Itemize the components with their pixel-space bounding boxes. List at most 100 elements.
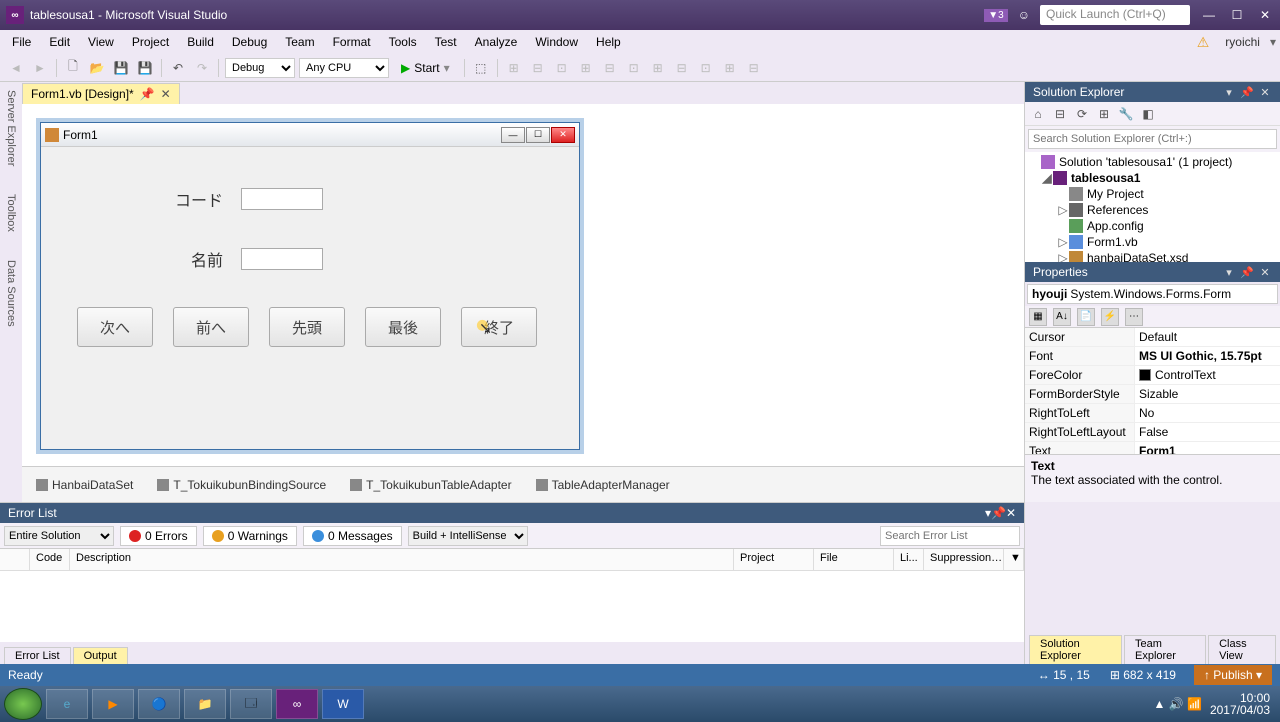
tree-appconfig[interactable]: App.config (1025, 218, 1280, 234)
button-next[interactable]: 次へ (77, 307, 153, 347)
label-name[interactable]: 名前 (71, 247, 241, 271)
property-row[interactable]: RightToLeftLayoutFalse (1025, 423, 1280, 442)
error-close-icon[interactable]: ✕ (1006, 506, 1016, 520)
new-project-button[interactable]: 🗋 (63, 58, 83, 78)
close-icon[interactable]: ✕ (161, 87, 171, 101)
error-search-input[interactable] (880, 526, 1020, 546)
tree-references[interactable]: ▷References (1025, 202, 1280, 218)
menu-file[interactable]: File (4, 32, 39, 52)
taskbar-app1[interactable]: 🗔 (230, 689, 272, 719)
preview-icon[interactable]: ◧ (1139, 105, 1157, 123)
panel-dropdown-icon[interactable]: ▾ (1222, 85, 1236, 99)
button-first[interactable]: 先頭 (269, 307, 345, 347)
textbox-name[interactable] (241, 248, 323, 270)
save-all-button[interactable]: 💾 (135, 58, 155, 78)
menu-debug[interactable]: Debug (224, 32, 275, 52)
component-bindingsource[interactable]: T_TokuikubunBindingSource (157, 478, 326, 492)
property-row[interactable]: CursorDefault (1025, 328, 1280, 347)
redo-button[interactable]: ↷ (192, 58, 212, 78)
data-sources-tab[interactable]: Data Sources (3, 256, 19, 331)
taskbar-media[interactable]: ▶ (92, 689, 134, 719)
tree-form1[interactable]: ▷Form1.vb (1025, 234, 1280, 250)
component-dataset[interactable]: HanbaiDataSet (36, 478, 133, 492)
menu-format[interactable]: Format (325, 32, 379, 52)
form-designer-window[interactable]: Form1 — ☐ ✕ コード 名前 (40, 122, 580, 450)
col-code[interactable]: Code (30, 549, 70, 570)
props-dropdown-icon[interactable]: ▾ (1222, 265, 1236, 279)
solution-search-input[interactable] (1028, 129, 1277, 149)
property-row[interactable]: FormBorderStyleSizable (1025, 385, 1280, 404)
collapse-icon[interactable]: ⊟ (1051, 105, 1069, 123)
tab-class-view[interactable]: Class View (1208, 635, 1276, 664)
platform-select[interactable]: Any CPU (299, 58, 389, 78)
save-button[interactable]: 💾 (111, 58, 131, 78)
tab-output[interactable]: Output (73, 647, 128, 664)
menu-test[interactable]: Test (427, 32, 465, 52)
col-file[interactable]: File (814, 549, 894, 570)
alphabetical-icon[interactable]: A↓ (1053, 308, 1071, 326)
align-button[interactable]: ⬚ (471, 58, 491, 78)
tab-error-list[interactable]: Error List (4, 647, 71, 664)
undo-button[interactable]: ↶ (168, 58, 188, 78)
menu-project[interactable]: Project (124, 32, 177, 52)
props-pin-icon[interactable]: 📌 (1240, 265, 1254, 279)
user-dropdown-icon[interactable]: ▾ (1270, 35, 1276, 49)
props-close-icon[interactable]: ✕ (1258, 265, 1272, 279)
publish-button[interactable]: ↑ Publish ▾ (1194, 665, 1272, 685)
col-line[interactable]: Li... (894, 549, 924, 570)
quick-launch-input[interactable]: Quick Launch (Ctrl+Q) (1040, 5, 1190, 25)
component-manager[interactable]: TableAdapterManager (536, 478, 670, 492)
pin-icon[interactable]: 📌 (140, 87, 155, 101)
col-suppression[interactable]: Suppression… (924, 549, 1004, 570)
col-description[interactable]: Description (70, 549, 734, 570)
property-row[interactable]: TextForm1 (1025, 442, 1280, 454)
menu-view[interactable]: View (80, 32, 122, 52)
tree-solution[interactable]: Solution 'tablesousa1' (1 project) (1025, 154, 1280, 170)
panel-pin-icon[interactable]: 📌 (1240, 85, 1254, 99)
props-page-icon[interactable]: 📄 (1077, 308, 1095, 326)
user-menu[interactable]: ryoichi (1217, 32, 1268, 52)
menu-help[interactable]: Help (588, 32, 629, 52)
property-row[interactable]: ForeColorControlText (1025, 366, 1280, 385)
events-icon[interactable]: ⚡ (1101, 308, 1119, 326)
feedback-icon[interactable]: ☺ (1018, 8, 1030, 22)
toolbox-tab[interactable]: Toolbox (3, 190, 19, 236)
close-button[interactable]: ✕ (1256, 6, 1274, 24)
tree-myproject[interactable]: My Project (1025, 186, 1280, 202)
showall-icon[interactable]: ⊞ (1095, 105, 1113, 123)
menu-team[interactable]: Team (277, 32, 322, 52)
panel-close-icon[interactable]: ✕ (1258, 85, 1272, 99)
col-project[interactable]: Project (734, 549, 814, 570)
home-icon[interactable]: ⌂ (1029, 105, 1047, 123)
start-button[interactable]: ▶Start▾ (393, 59, 458, 77)
minimize-button[interactable]: — (1200, 6, 1218, 24)
nav-back-button[interactable]: ◄ (6, 58, 26, 78)
warnings-filter[interactable]: 0 Warnings (203, 526, 297, 546)
tree-dataset[interactable]: ▷hanbaiDataSet.xsd (1025, 250, 1280, 262)
label-code[interactable]: コード (71, 187, 241, 211)
nav-fwd-button[interactable]: ► (30, 58, 50, 78)
button-last[interactable]: 最後 (365, 307, 441, 347)
notification-badge[interactable]: ▼3 (984, 9, 1007, 22)
taskbar-ie[interactable]: e (46, 689, 88, 719)
property-row[interactable]: FontMS UI Gothic, 15.75pt (1025, 347, 1280, 366)
designer-canvas[interactable]: Form1 — ☐ ✕ コード 名前 (22, 104, 1024, 466)
server-explorer-tab[interactable]: Server Explorer (3, 86, 19, 170)
properties-object-selector[interactable]: hyouji System.Windows.Forms.Form (1027, 284, 1278, 304)
tab-team-explorer[interactable]: Team Explorer (1124, 635, 1206, 664)
col-icon[interactable] (0, 549, 30, 570)
error-list-body[interactable] (0, 571, 1024, 642)
tree-project[interactable]: ◢tablesousa1 (1025, 170, 1280, 186)
taskbar-vs[interactable]: ∞ (276, 689, 318, 719)
tray-icons[interactable]: ▲ 🔊 📶 (1154, 698, 1202, 710)
taskbar-chrome[interactable]: 🔵 (138, 689, 180, 719)
system-tray[interactable]: ▲ 🔊 📶 10:002017/04/03 (1148, 692, 1277, 716)
taskbar-explorer[interactable]: 📁 (184, 689, 226, 719)
properties-icon[interactable]: 🔧 (1117, 105, 1135, 123)
button-exit[interactable]: 終了 (461, 307, 537, 347)
button-prev[interactable]: 前へ (173, 307, 249, 347)
open-button[interactable]: 📂 (87, 58, 107, 78)
textbox-code[interactable] (241, 188, 323, 210)
form-body[interactable]: コード 名前 次へ 前へ 先頭 最後 終了 (41, 147, 579, 367)
property-row[interactable]: RightToLeftNo (1025, 404, 1280, 423)
